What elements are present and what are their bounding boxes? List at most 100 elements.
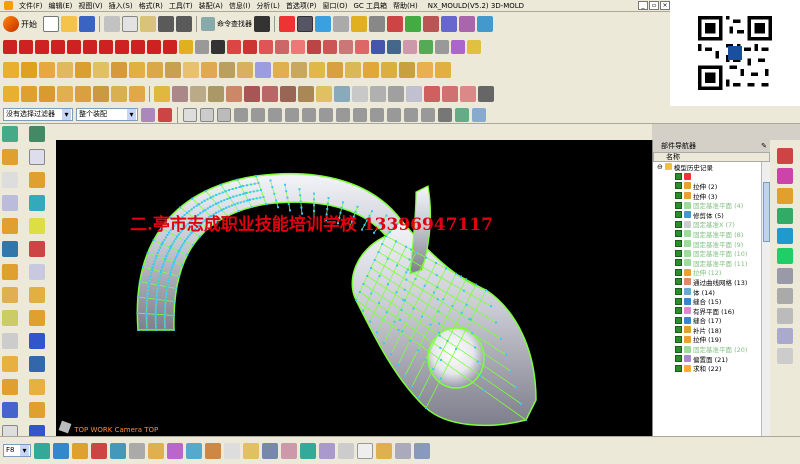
- snap-point-icon[interactable]: [279, 16, 295, 32]
- patch-icon[interactable]: [219, 62, 235, 78]
- minimize-button[interactable]: _: [638, 1, 648, 10]
- visibility-checkbox[interactable]: [675, 220, 682, 228]
- select-box-icon[interactable]: [183, 107, 197, 122]
- tree-row[interactable]: 通过曲线网格 (13): [653, 277, 770, 287]
- visibility-checkbox[interactable]: [675, 307, 682, 315]
- trim-mold-icon[interactable]: [338, 442, 354, 459]
- snap-midpoint-icon[interactable]: [251, 107, 265, 122]
- reuse-library-icon[interactable]: [777, 208, 793, 224]
- visibility-checkbox[interactable]: [675, 288, 682, 296]
- tree-row[interactable]: 缝合 (15): [653, 296, 770, 306]
- pad-icon[interactable]: [93, 86, 109, 102]
- tree-row[interactable]: [653, 172, 770, 182]
- paste-icon[interactable]: [140, 16, 156, 32]
- heart-shape-icon[interactable]: [227, 40, 241, 54]
- history-icon[interactable]: [777, 248, 793, 264]
- divide-face-icon[interactable]: [327, 62, 343, 78]
- extract-curve-icon[interactable]: [339, 40, 353, 54]
- visibility-checkbox[interactable]: [675, 316, 682, 324]
- trim-curve-icon[interactable]: [387, 40, 401, 54]
- view-manager-icon[interactable]: [414, 442, 430, 459]
- move-face-icon[interactable]: [388, 86, 404, 102]
- tree-row[interactable]: 缝合 (17): [653, 316, 770, 325]
- rectangle-icon[interactable]: [99, 40, 113, 54]
- pin-icon[interactable]: ✎: [761, 140, 767, 152]
- layer-icon[interactable]: [297, 16, 313, 32]
- snap-quadrant-icon[interactable]: [319, 107, 333, 122]
- runner-icon[interactable]: [281, 442, 297, 459]
- tree-row[interactable]: 固定基准平面 (4): [653, 200, 770, 210]
- menu-assembly[interactable]: 装配(A): [199, 1, 223, 11]
- tree-row[interactable]: 拉伸 (2): [653, 181, 770, 191]
- snap-grid-icon[interactable]: [438, 107, 452, 122]
- delete-face-icon[interactable]: [370, 86, 386, 102]
- bottom-selector[interactable]: F8: [3, 444, 31, 457]
- law-extension-icon[interactable]: [363, 62, 379, 78]
- tree-row[interactable]: 修剪体 (5): [653, 210, 770, 220]
- intersect-icon[interactable]: [2, 264, 18, 280]
- tree-row[interactable]: 求和 (22): [653, 363, 770, 373]
- tree-row[interactable]: 固定基准平面 (10): [653, 248, 770, 258]
- smooth-spline-icon[interactable]: [467, 40, 481, 54]
- select-face-icon[interactable]: [200, 107, 214, 122]
- sketch-icon[interactable]: [2, 126, 18, 142]
- section-view-icon[interactable]: [423, 16, 439, 32]
- swept-icon[interactable]: [75, 62, 91, 78]
- parting-icon[interactable]: [148, 442, 164, 459]
- new-file-icon[interactable]: [43, 16, 59, 32]
- visibility-checkbox[interactable]: [675, 268, 682, 276]
- draft-icon[interactable]: [208, 86, 224, 102]
- expression-icon[interactable]: [2, 402, 18, 418]
- mirror-feature-icon[interactable]: [334, 86, 350, 102]
- gate-icon[interactable]: [262, 442, 278, 459]
- menu-tools[interactable]: 工具(T): [169, 1, 193, 11]
- menu-view[interactable]: 视图(V): [78, 1, 102, 11]
- snap-existing-point-icon[interactable]: [336, 107, 350, 122]
- emboss-icon[interactable]: [111, 86, 127, 102]
- snap-on-curve-icon[interactable]: [353, 107, 367, 122]
- snap-pole-icon[interactable]: [472, 107, 486, 122]
- tree-row[interactable]: 固定基准X (7): [653, 220, 770, 229]
- pocket-mold-icon[interactable]: [357, 442, 373, 459]
- spline-icon[interactable]: [51, 40, 65, 54]
- display-icon[interactable]: [459, 16, 475, 32]
- process-studio-icon[interactable]: [777, 288, 793, 304]
- visibility-checkbox[interactable]: [675, 326, 682, 334]
- point-icon[interactable]: [35, 40, 49, 54]
- scale-curve-icon[interactable]: [435, 40, 449, 54]
- ribbon-builder-icon[interactable]: [381, 62, 397, 78]
- snap-arc-center-icon[interactable]: [455, 107, 469, 122]
- arc-icon[interactable]: [19, 40, 33, 54]
- text-icon[interactable]: [211, 40, 225, 54]
- assembly-navigator-icon[interactable]: [777, 148, 793, 164]
- cut-icon[interactable]: [104, 16, 120, 32]
- menu-window[interactable]: 窗口(O): [323, 1, 348, 11]
- tree-row[interactable]: 固定基准平面 (20): [653, 344, 770, 354]
- groove-icon[interactable]: [29, 264, 45, 280]
- undo-icon[interactable]: [158, 16, 174, 32]
- ellipse-icon[interactable]: [131, 40, 145, 54]
- block-icon[interactable]: [2, 149, 18, 165]
- tree-row[interactable]: 体 (14): [653, 287, 770, 296]
- visibility-checkbox[interactable]: [675, 355, 682, 363]
- visibility-checkbox[interactable]: [675, 345, 682, 353]
- ejector-pin-icon[interactable]: [205, 442, 221, 459]
- measure-distance-icon[interactable]: [29, 402, 45, 418]
- synchronous-icon[interactable]: [406, 86, 422, 102]
- web-browser-icon[interactable]: [777, 228, 793, 244]
- bill-of-material-icon[interactable]: [376, 442, 392, 459]
- edge-icon[interactable]: [2, 310, 18, 326]
- bounded-plane-icon[interactable]: [129, 62, 145, 78]
- tree-row[interactable]: 偏置面 (21): [653, 354, 770, 363]
- visibility-checkbox[interactable]: [675, 364, 682, 372]
- intersection-curve-icon[interactable]: [307, 40, 321, 54]
- sphere-icon[interactable]: [2, 195, 18, 211]
- isoparametric-curve-icon[interactable]: [355, 40, 369, 54]
- i-form-icon[interactable]: [417, 62, 433, 78]
- visibility-checkbox[interactable]: [675, 182, 682, 190]
- mold-wizard-icon[interactable]: [34, 442, 50, 459]
- system-scenes-icon[interactable]: [777, 348, 793, 364]
- sew-icon[interactable]: [201, 62, 217, 78]
- cavity-layout-icon[interactable]: [129, 442, 145, 459]
- more-features-icon[interactable]: [478, 86, 494, 102]
